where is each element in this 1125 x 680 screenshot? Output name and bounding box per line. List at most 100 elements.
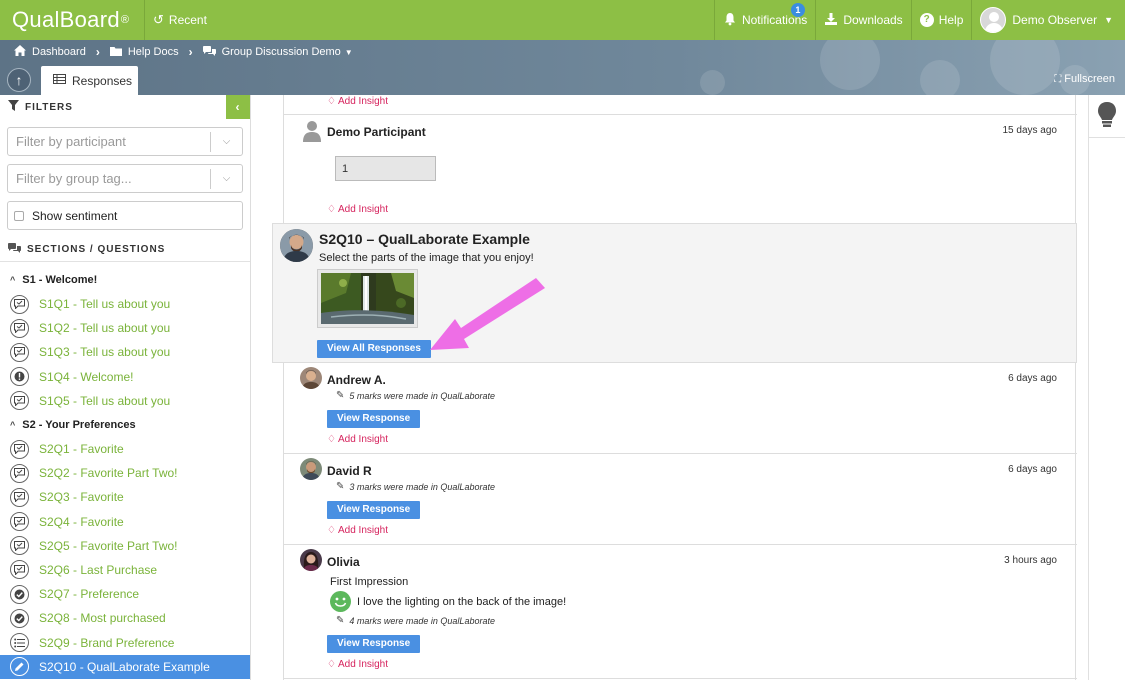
chat-icon (10, 487, 29, 507)
sidebar-question-item[interactable]: S2Q7 - Preference (0, 582, 250, 606)
chat-icon (10, 536, 29, 556)
impression-row: I love the lighting on the back of the i… (330, 591, 566, 612)
add-insight-label: Add Insight (337, 96, 389, 107)
sidebar-question-item[interactable]: S2Q6 - Last Purchase (0, 558, 250, 582)
chat-icon (10, 294, 29, 314)
response-time: 6 days ago (1008, 373, 1057, 384)
chevron-right-icon: › (95, 45, 100, 59)
response-time: 6 days ago (1008, 464, 1057, 475)
sidebar-question-label: S2Q7 - Preference (39, 587, 140, 602)
andrew-avatar (300, 367, 322, 389)
notifications-count-badge: 1 (790, 3, 805, 17)
chevron-down-icon: ⌵ (210, 169, 242, 189)
sidebar-question-item[interactable]: S1Q1 - Tell us about you (0, 292, 250, 316)
sidebar-question-item[interactable]: S2Q5 - Favorite Part Two! (0, 534, 250, 558)
filters-header: FILTERS ‹ (0, 95, 250, 119)
group-tag-filter-select[interactable]: Filter by group tag... ⌵ (7, 164, 243, 193)
section-toggle-s2[interactable]: ^ S2 - Your Preferences (0, 413, 250, 437)
fullscreen-label: Fullscreen (1064, 73, 1115, 85)
sidebar-question-label: S2Q9 - Brand Preference (39, 635, 175, 650)
comments-icon (8, 243, 21, 256)
sections-header: SECTIONS / QUESTIONS (0, 238, 250, 262)
user-menu[interactable]: Demo Observer ▼ (972, 0, 1125, 40)
chat-icon (10, 463, 29, 483)
breadcrumb-help-docs[interactable]: Help Docs (128, 46, 179, 58)
section-toggle-s1[interactable]: ^ S1 - Welcome! (0, 268, 250, 292)
fullscreen-button[interactable]: ⛶ Fullscreen (1054, 73, 1115, 85)
sidebar-question-item[interactable]: S2Q8 - Most purchased (0, 606, 250, 630)
sidebar-question-item[interactable]: S2Q9 - Brand Preference (0, 630, 250, 654)
comments-icon (202, 45, 216, 59)
view-all-responses-button[interactable]: View All Responses (317, 340, 431, 358)
sidebar-question-item[interactable]: S1Q5 - Tell us about you (0, 389, 250, 413)
moderator-avatar (280, 229, 313, 262)
sidebar-question-item[interactable]: S2Q3 - Favorite (0, 485, 250, 509)
collapse-sidebar-button[interactable]: ‹ (226, 95, 250, 119)
lightbulb-icon: ♢ (327, 659, 336, 670)
list-icon (10, 633, 29, 653)
help-button[interactable]: ? Help (912, 0, 973, 40)
tab-responses[interactable]: Responses (41, 66, 138, 95)
sidebar-question-item[interactable]: S1Q3 - Tell us about you (0, 340, 250, 364)
add-insight-label: Add Insight (337, 659, 389, 670)
breadcrumb-dashboard[interactable]: Dashboard (32, 46, 86, 58)
participant-name: Andrew A. (327, 373, 386, 387)
insights-rail (1088, 95, 1125, 680)
participant-name: Olivia (327, 555, 360, 569)
view-response-button[interactable]: View Response (327, 635, 421, 653)
sidebar-question-label: S2Q2 - Favorite Part Two! (39, 466, 178, 481)
table-icon (53, 74, 66, 87)
show-sentiment-toggle[interactable]: Show sentiment (7, 201, 243, 230)
recent-button[interactable]: ↺ Recent (145, 0, 215, 40)
sidebar-question-label: S2Q4 - Favorite (39, 514, 124, 529)
participant-filter-placeholder: Filter by participant (16, 134, 126, 149)
view-response-button[interactable]: View Response (327, 501, 421, 519)
show-sentiment-checkbox[interactable] (14, 210, 24, 221)
response-david: David R 6 days ago ✎ 3 marks were made i… (284, 454, 1077, 545)
notifications-button[interactable]: Notifications 1 (713, 0, 817, 40)
sidebar-question-label: S1Q5 - Tell us about you (39, 393, 171, 408)
user-avatar-icon (980, 7, 1007, 33)
add-insight-link[interactable]: ♢ Add Insight (327, 96, 388, 107)
history-icon: ↺ (153, 12, 164, 27)
sidebar-question-label: S2Q10 - QualLaborate Example (39, 659, 210, 674)
sidebar-question-item[interactable]: S2Q4 - Favorite (0, 510, 250, 534)
sidebar-question-item[interactable]: S1Q4 - Welcome! (0, 365, 250, 389)
chat-icon (10, 342, 29, 362)
add-insight-link[interactable]: ♢ Add Insight (327, 659, 388, 670)
divider (1089, 137, 1125, 138)
add-insight-link[interactable]: ♢ Add Insight (327, 204, 388, 215)
header-banner: Dashboard › Help Docs › Group Discussion… (0, 40, 1125, 95)
view-response-button[interactable]: View Response (327, 410, 421, 428)
show-sentiment-label: Show sentiment (32, 208, 118, 223)
sidebar-question-item[interactable]: S1Q2 - Tell us about you (0, 316, 250, 340)
downloads-button[interactable]: Downloads (816, 0, 912, 40)
sidebar-question-item[interactable]: S2Q10 - QualLaborate Example (0, 654, 250, 679)
qualboard-logo[interactable]: QualBoard ® (0, 0, 145, 40)
section-title-s2: S2 - Your Preferences (22, 418, 136, 431)
lightbulb-icon: ♢ (327, 525, 336, 536)
add-insight-link[interactable]: ♢ Add Insight (327, 434, 388, 445)
question-image-thumbnail[interactable] (317, 269, 418, 328)
info-icon (10, 367, 29, 387)
sections-label: SECTIONS / QUESTIONS (27, 244, 166, 255)
downloads-label: Downloads (843, 13, 903, 27)
sidebar-question-label: S2Q8 - Most purchased (39, 611, 166, 626)
logo-text: QualBoard (12, 7, 120, 32)
back-up-button[interactable]: ↑ (7, 68, 31, 92)
filter-icon (8, 100, 19, 114)
chat-icon (10, 512, 29, 532)
help-label: Help (938, 13, 964, 27)
pen-icon: ✎ (336, 390, 345, 401)
lightbulb-icon: ♢ (327, 204, 336, 215)
add-insight-link[interactable]: ♢ Add Insight (327, 525, 388, 536)
sidebar-question-item[interactable]: S2Q1 - Favorite (0, 437, 250, 461)
chevron-right-icon: › (188, 45, 193, 59)
breadcrumb-group-discussion[interactable]: Group Discussion Demo (222, 46, 341, 58)
breadcrumb: Dashboard › Help Docs › Group Discussion… (14, 45, 353, 59)
caret-down-icon[interactable]: ▼ (345, 48, 353, 57)
sidebar-question-item[interactable]: S2Q2 - Favorite Part Two! (0, 461, 250, 485)
participant-filter-select[interactable]: Filter by participant ⌵ (7, 127, 243, 156)
insights-lightbulb-icon[interactable] (1097, 101, 1117, 129)
help-icon: ? (919, 13, 934, 27)
